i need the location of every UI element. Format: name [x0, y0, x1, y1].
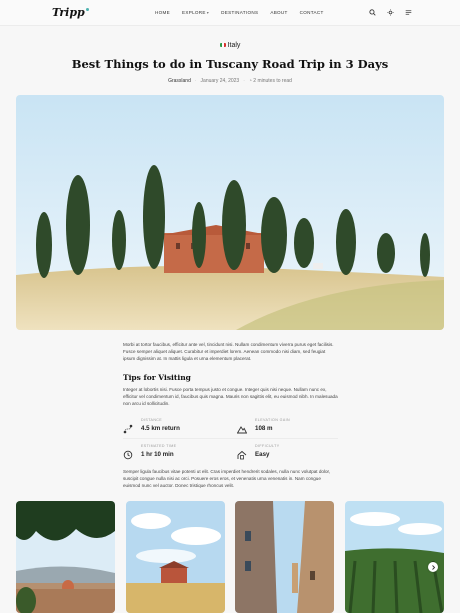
chevron-right-icon — [431, 564, 435, 570]
nav-explore[interactable]: EXPLORE▾ — [182, 10, 209, 15]
gallery-image-street[interactable] — [235, 501, 334, 613]
read-time: 2 minutes to read — [253, 78, 292, 84]
clock-icon — [123, 447, 133, 460]
tips-paragraph: Integer at lobortis nisi. Fusce porta te… — [123, 387, 338, 406]
nav-home[interactable]: HOME — [155, 10, 170, 15]
closing-paragraph: Semper ligula faucibus vitae potenti ut … — [123, 469, 331, 488]
clock-icon: ◔ — [248, 78, 252, 84]
chevron-down-icon: ▾ — [206, 10, 210, 15]
nav-contact[interactable]: CONTACT — [300, 10, 324, 15]
intro-paragraph: Morbi at tortor faucibus, efficitur ante… — [123, 342, 334, 361]
nav-destinations[interactable]: DESTINATIONS — [221, 10, 258, 15]
hero-image — [16, 95, 444, 330]
stat-time: ESTIMATED TIME 1 hr 10 min — [123, 444, 223, 464]
gallery-image-farmhouse[interactable] — [126, 501, 225, 613]
post-date: January 24, 2023 — [200, 78, 240, 84]
category-link[interactable]: Italy — [0, 42, 460, 49]
stat-difficulty: DIFFICULTY Easy — [237, 444, 337, 464]
menu-icon[interactable] — [404, 8, 413, 17]
italy-flag-icon — [219, 43, 226, 48]
site-header: Tripp HOME EXPLORE▾ DESTINATIONS ABOUT C… — [0, 0, 460, 26]
author-link[interactable]: Grassland — [168, 78, 191, 84]
stat-distance: DISTANCE 4.5 km return — [123, 418, 223, 438]
post-meta: Grassland · January 24, 2023 · ◔ 2 minutes t… — [168, 78, 292, 84]
stat-elevation: ELEVATION GAIN 108 m — [236, 418, 337, 438]
main-nav: HOME EXPLORE▾ DESTINATIONS ABOUT CONTACT — [155, 10, 336, 15]
stats-divider — [123, 438, 338, 439]
page-title: Best Things to do in Tuscany Road Trip i… — [71, 57, 389, 71]
nav-about[interactable]: ABOUT — [270, 10, 287, 15]
photo-gallery — [16, 501, 444, 613]
tips-heading: Tips for Visiting — [123, 373, 191, 382]
sun-icon[interactable] — [386, 8, 395, 17]
site-logo[interactable]: Tripp — [52, 6, 89, 19]
mountain-icon — [236, 421, 248, 434]
gallery-next-button[interactable] — [428, 562, 438, 572]
gallery-image-florence[interactable] — [16, 501, 115, 613]
gallery-image-vineyard[interactable] — [345, 501, 444, 613]
search-icon[interactable] — [368, 8, 377, 17]
route-icon — [123, 421, 133, 434]
difficulty-icon — [237, 447, 247, 460]
